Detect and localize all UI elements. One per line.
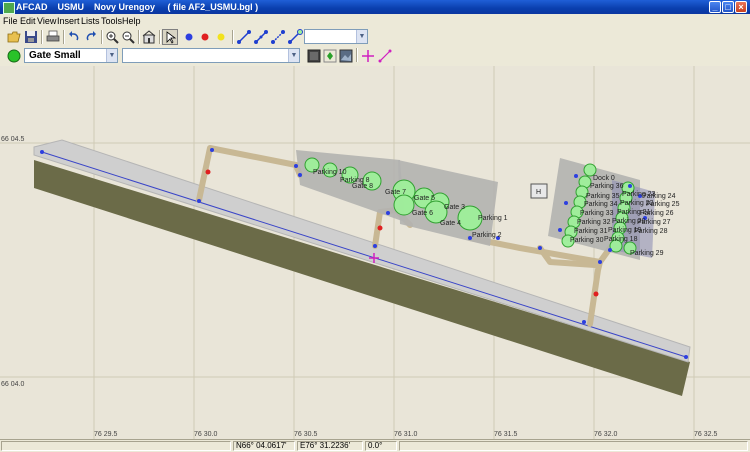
taxi-link-icon[interactable] bbox=[236, 29, 252, 45]
lon-label-1: 76 29.5 bbox=[94, 431, 117, 438]
yellow-node-icon[interactable] bbox=[213, 29, 229, 45]
link-type-select[interactable]: ▼ bbox=[304, 29, 368, 44]
save-icon[interactable] bbox=[23, 29, 39, 45]
svg-text:Parking 2: Parking 2 bbox=[472, 232, 502, 239]
status-message bbox=[1, 441, 231, 451]
svg-text:Parking 24: Parking 24 bbox=[642, 193, 676, 200]
svg-text:Parking 25: Parking 25 bbox=[646, 201, 680, 208]
redo-icon[interactable] bbox=[83, 29, 99, 45]
svg-text:Parking 10: Parking 10 bbox=[313, 169, 347, 176]
parking-link-icon[interactable] bbox=[287, 29, 303, 45]
svg-text:Parking 27: Parking 27 bbox=[637, 219, 671, 226]
menu-lists[interactable]: Lists bbox=[81, 14, 100, 28]
red-node-icon[interactable] bbox=[197, 29, 213, 45]
maximize-button[interactable]: □ bbox=[722, 1, 734, 13]
object-toolbar: Gate Small ▼ ▼ bbox=[0, 46, 750, 67]
background-image-icon[interactable] bbox=[338, 48, 354, 64]
app-icon bbox=[3, 2, 15, 14]
undo-icon[interactable] bbox=[66, 29, 82, 45]
menu-view[interactable]: View bbox=[37, 14, 56, 28]
blue-node-icon[interactable] bbox=[181, 29, 197, 45]
print-icon[interactable] bbox=[45, 29, 61, 45]
airport-icon[interactable] bbox=[141, 29, 157, 45]
svg-text:Parking 35: Parking 35 bbox=[586, 193, 620, 200]
object-name-select[interactable]: ▼ bbox=[122, 48, 300, 63]
lon-label-6: 76 32.0 bbox=[594, 431, 617, 438]
menu-bar: File Edit View Insert Lists Tools Help bbox=[0, 14, 750, 28]
open-folder-icon[interactable] bbox=[6, 29, 22, 45]
close-button[interactable]: × bbox=[735, 1, 747, 13]
minimize-button[interactable]: _ bbox=[709, 1, 721, 13]
svg-text:Gate 4: Gate 4 bbox=[440, 220, 461, 227]
svg-text:Parking 33: Parking 33 bbox=[580, 210, 614, 217]
chevron-down-icon: ▼ bbox=[106, 49, 117, 62]
svg-text:Gate 7: Gate 7 bbox=[385, 189, 406, 196]
svg-text:Parking 31: Parking 31 bbox=[574, 228, 608, 235]
runway-link-icon[interactable] bbox=[253, 29, 269, 45]
menu-help[interactable]: Help bbox=[122, 14, 141, 28]
lon-label-3: 76 30.5 bbox=[294, 431, 317, 438]
svg-text:Parking 28: Parking 28 bbox=[634, 228, 668, 235]
gate-object-icon[interactable] bbox=[6, 48, 22, 64]
lon-label-2: 76 30.0 bbox=[194, 431, 217, 438]
helipad-label: H bbox=[536, 189, 541, 196]
select-pointer-icon[interactable] bbox=[162, 29, 178, 45]
menu-tools[interactable]: Tools bbox=[101, 14, 122, 28]
svg-text:Gate 3: Gate 3 bbox=[444, 204, 465, 211]
zoom-in-icon[interactable] bbox=[104, 29, 120, 45]
svg-text:Parking 30: Parking 30 bbox=[570, 237, 604, 244]
apron-edit-icon[interactable] bbox=[306, 48, 322, 64]
svg-text:Parking 32: Parking 32 bbox=[577, 219, 611, 226]
svg-text:Gate 8: Gate 8 bbox=[352, 183, 373, 190]
window-title: AFCAD USMU Novy Urengoy ( file AF2_USMU.… bbox=[16, 2, 259, 12]
lon-label-4: 76 31.0 bbox=[394, 431, 417, 438]
vertex-icon[interactable] bbox=[322, 48, 338, 64]
lat-label-north: 66 04.5 bbox=[1, 136, 24, 143]
title-bar: AFCAD USMU Novy Urengoy ( file AF2_USMU.… bbox=[0, 0, 750, 14]
svg-text:Gate 6: Gate 6 bbox=[412, 210, 433, 217]
menu-insert[interactable]: Insert bbox=[57, 14, 80, 28]
zoom-out-icon[interactable] bbox=[120, 29, 136, 45]
status-extra bbox=[399, 441, 748, 451]
svg-text:Gate 5: Gate 5 bbox=[414, 195, 435, 202]
status-bar: N66° 04.0617' E76° 31.2236' 0.0° bbox=[0, 439, 750, 452]
main-toolbar: ▼ bbox=[0, 28, 750, 47]
object-type-select[interactable]: Gate Small ▼ bbox=[24, 48, 118, 63]
status-latitude: N66° 04.0617' bbox=[233, 441, 295, 451]
svg-text:Dock 0: Dock 0 bbox=[593, 175, 615, 182]
svg-text:Parking 1: Parking 1 bbox=[478, 215, 508, 222]
svg-text:Parking 29: Parking 29 bbox=[630, 250, 664, 257]
menu-edit[interactable]: Edit bbox=[20, 14, 36, 28]
chevron-down-icon: ▼ bbox=[288, 49, 299, 62]
menu-file[interactable]: File bbox=[3, 14, 18, 28]
status-heading: 0.0° bbox=[365, 441, 397, 451]
airport-map-view[interactable]: 66 04.5 66 04.0 76 29.5 76 30.0 76 30.5 … bbox=[0, 66, 750, 439]
lon-label-7: 76 32.5 bbox=[694, 431, 717, 438]
svg-text:Parking 36: Parking 36 bbox=[590, 183, 624, 190]
lat-label-south: 66 04.0 bbox=[1, 381, 24, 388]
crosshair-icon[interactable] bbox=[360, 48, 376, 64]
svg-text:Parking 18: Parking 18 bbox=[604, 236, 638, 243]
svg-text:Parking 26: Parking 26 bbox=[640, 210, 674, 217]
measure-icon[interactable] bbox=[377, 48, 393, 64]
status-longitude: E76° 31.2236' bbox=[297, 441, 363, 451]
svg-text:Parking 34: Parking 34 bbox=[584, 201, 618, 208]
path-link-icon[interactable] bbox=[270, 29, 286, 45]
lon-label-5: 76 31.5 bbox=[494, 431, 517, 438]
chevron-down-icon: ▼ bbox=[356, 30, 367, 43]
